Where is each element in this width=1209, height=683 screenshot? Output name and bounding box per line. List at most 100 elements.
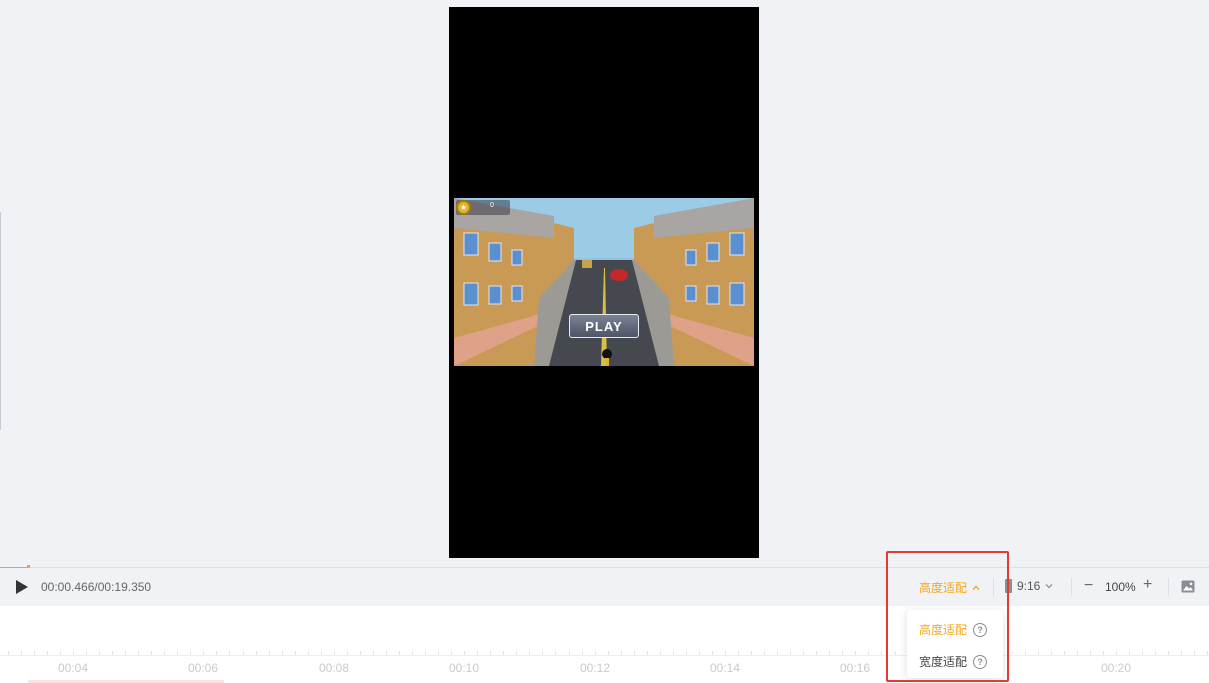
fit-option-width[interactable]: 宽度适配 ? (919, 653, 988, 670)
ruler-tick (647, 651, 648, 655)
game-video: ★ 0 PLAY (454, 198, 754, 366)
fit-mode-select[interactable]: 高度适配 (919, 579, 980, 596)
ruler-tick (1181, 651, 1182, 655)
play-button[interactable] (16, 580, 28, 594)
ruler-tick (582, 651, 583, 655)
ruler-tick (829, 651, 830, 655)
ruler-tick (190, 651, 191, 655)
toolbar-divider (1071, 578, 1072, 596)
ruler-tick (803, 651, 804, 655)
ruler-tick (47, 651, 48, 655)
game-play-button: PLAY (569, 314, 639, 338)
ruler-tick (243, 651, 244, 655)
time-display: 00:00.466/00:19.350 (41, 580, 152, 594)
ruler-tick (751, 651, 752, 655)
ruler-tick (269, 651, 270, 655)
ruler-tick (881, 651, 882, 655)
canvas-left-border (0, 212, 1, 430)
ruler-tick (151, 651, 152, 655)
ruler-tick-label: 00:16 (839, 661, 871, 675)
ruler-tick (86, 651, 87, 655)
ruler-tick (464, 651, 465, 655)
fit-option-height[interactable]: 高度适配 ? (919, 621, 988, 638)
ruler-tick (842, 651, 843, 655)
ruler-tick (555, 651, 556, 655)
ruler-tick (386, 651, 387, 655)
ruler-tick (399, 651, 400, 655)
ruler-tick (99, 651, 100, 655)
ruler-tick (216, 651, 217, 655)
ruler-tick (816, 651, 817, 655)
ruler-tick (725, 651, 726, 655)
preview-canvas: ★ 0 PLAY (0, 0, 1209, 567)
timeline[interactable]: 00:0400:0600:0800:1000:1200:1400:1600:18… (0, 606, 1209, 683)
ruler-tick (699, 651, 700, 655)
fit-option-label: 高度适配 (919, 623, 968, 637)
ruler-tick (673, 651, 674, 655)
ruler-tick (503, 651, 504, 655)
zoom-in-button[interactable]: + (1143, 576, 1152, 594)
game-scene (454, 198, 754, 366)
ruler-tick (738, 651, 739, 655)
ruler-tick (1025, 651, 1026, 655)
coin-count: 0 (490, 202, 494, 209)
ruler-tick (125, 651, 126, 655)
ruler-tick (321, 651, 322, 655)
ruler-tick-label: 00:12 (579, 661, 611, 675)
ruler-tick (1103, 651, 1104, 655)
background-image-button[interactable] (1181, 580, 1195, 593)
ruler-tick (177, 651, 178, 655)
ruler-tick (451, 651, 452, 655)
ruler-tick (595, 651, 596, 655)
ruler-tick (686, 651, 687, 655)
ruler-tick (1129, 651, 1130, 655)
ruler-tick (529, 651, 530, 655)
ruler-tick (412, 651, 413, 655)
ruler-tick (112, 651, 113, 655)
ruler-tick (203, 651, 204, 655)
star-coin-icon: ★ (456, 200, 471, 215)
ruler-tick (34, 651, 35, 655)
ruler-tick-label: 00:14 (709, 661, 741, 675)
zoom-out-button[interactable]: − (1084, 577, 1093, 595)
ruler-tick (608, 651, 609, 655)
ruler-tick (1077, 651, 1078, 655)
ruler-tick (1155, 651, 1156, 655)
ruler-tick (1142, 651, 1143, 655)
ruler-tick (712, 651, 713, 655)
ruler-tick (21, 651, 22, 655)
ruler-tick (777, 651, 778, 655)
ruler-tick (569, 651, 570, 655)
ruler-tick (634, 651, 635, 655)
fit-option-label: 宽度适配 (919, 655, 968, 669)
ruler-tick (1064, 651, 1065, 655)
ruler-tick (438, 651, 439, 655)
aspect-ratio-select[interactable]: 9:16 (1005, 579, 1053, 593)
ruler-tick (764, 651, 765, 655)
play-icon (16, 580, 28, 594)
ruler-tick (295, 651, 296, 655)
ruler-tick (621, 651, 622, 655)
ruler-tick (60, 651, 61, 655)
ruler-tick (373, 651, 374, 655)
toolbar-divider (1168, 578, 1169, 596)
ruler-tick (1038, 651, 1039, 655)
help-icon[interactable]: ? (973, 654, 988, 669)
ruler-tick (1194, 651, 1195, 655)
ruler-tick (360, 651, 361, 655)
toolbar-divider (993, 578, 994, 596)
ruler-tick (1090, 651, 1091, 655)
ruler-tick (334, 651, 335, 655)
coin-counter: ★ 0 (456, 200, 510, 215)
help-icon[interactable]: ? (973, 622, 988, 637)
ruler-tick (1168, 651, 1169, 655)
portrait-ratio-icon (1005, 579, 1012, 593)
ruler-tick (425, 651, 426, 655)
ruler-tick-label: 00:20 (1100, 661, 1132, 675)
timeline-ruler (0, 646, 1209, 656)
ruler-tick (660, 651, 661, 655)
ruler-tick (308, 651, 309, 655)
ruler-tick (1051, 651, 1052, 655)
ruler-tick (282, 651, 283, 655)
ruler-tick (1207, 651, 1208, 655)
